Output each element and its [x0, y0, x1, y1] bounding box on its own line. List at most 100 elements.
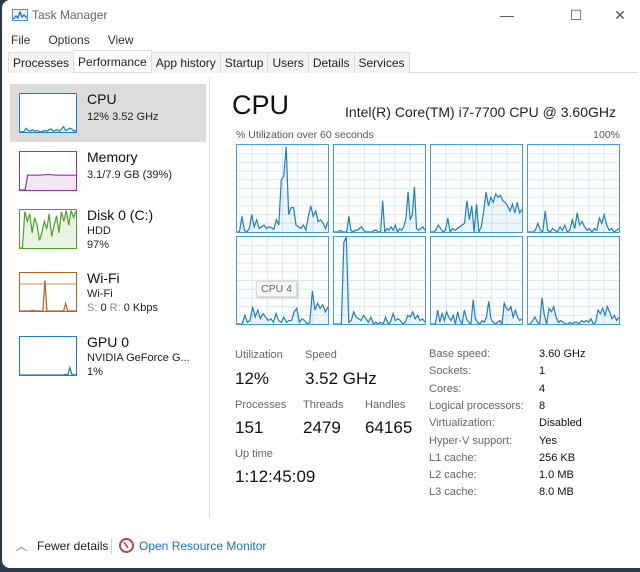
- resource-monitor-icon[interactable]: [119, 538, 134, 553]
- sidebar-wifi-title: Wi-Fi: [87, 270, 120, 286]
- uptime-value: 1:12:45:09: [235, 467, 316, 486]
- spec-key: L2 cache:: [429, 469, 477, 482]
- utilization-graph-label: % Utilization over 60 seconds: [236, 129, 374, 141]
- tab-services[interactable]: Services: [353, 52, 410, 73]
- handles-label: Handles: [365, 399, 406, 411]
- tab-app-history[interactable]: App history: [150, 52, 221, 73]
- wifi-send-label: S:: [87, 302, 98, 314]
- maximize-button[interactable]: ☐: [561, 4, 591, 26]
- sidebar-disk-usage: 97%: [87, 239, 110, 251]
- sidebar-gpu-usage: 1%: [87, 366, 103, 378]
- cpu-thumbnail-graph: [19, 93, 77, 133]
- sidebar-cpu-usage: 12% 3.52 GHz: [87, 111, 159, 123]
- minimize-icon: —: [500, 7, 514, 23]
- tab-strip: Processes Performance App history Startu…: [8, 50, 638, 73]
- cpu-core-graph-3[interactable]: [527, 144, 620, 233]
- menu-bar: File Options View: [2, 30, 143, 50]
- spec-key: Base speed:: [429, 348, 491, 360]
- task-manager-window: Task Manager — ☐ ✕ File Options View Pro…: [2, 0, 640, 568]
- handles-value: 64165: [365, 418, 413, 437]
- sidebar-disk-type: HDD: [87, 225, 111, 237]
- uptime-label: Up time: [235, 448, 273, 460]
- sidebar-memory-title: Memory: [87, 149, 138, 165]
- graph-tooltip: CPU 4: [256, 281, 297, 297]
- page-title: CPU: [232, 90, 290, 120]
- utilization-label: Utilization: [235, 349, 283, 361]
- spec-value: 1: [539, 365, 546, 378]
- sidebar-cpu-title: CPU: [87, 91, 117, 107]
- threads-value: 2479: [303, 418, 341, 437]
- task-manager-app-icon: [12, 9, 28, 21]
- sidebar-item-gpu[interactable]: GPU 0 NVIDIA GeForce G... 1%: [10, 327, 206, 385]
- menu-view[interactable]: View: [99, 30, 143, 50]
- footer-bar: ︿ Fewer details Open Resource Monitor: [2, 530, 640, 560]
- fewer-details-button[interactable]: Fewer details: [37, 539, 108, 553]
- graph-area: [20, 174, 76, 190]
- open-resource-monitor-link[interactable]: Open Resource Monitor: [139, 539, 266, 553]
- spec-value: 1.0 MB: [539, 469, 574, 482]
- gpu-sparkline: [20, 365, 76, 376]
- utilization-max-label: 100%: [593, 129, 620, 141]
- graph-line: [20, 280, 76, 312]
- window-title: Task Manager: [32, 8, 108, 22]
- minimize-button[interactable]: —: [492, 4, 522, 26]
- cpu-core-graph-7[interactable]: [527, 236, 620, 325]
- tab-startup[interactable]: Startup: [219, 52, 269, 73]
- menu-file[interactable]: File: [2, 30, 39, 50]
- sidebar-item-wifi[interactable]: Wi-Fi Wi-Fi S: 0 R: 0 Kbps: [10, 263, 206, 321]
- memory-thumbnail-graph: [19, 151, 77, 191]
- processes-label: Processes: [235, 399, 287, 411]
- cpu-detail-panel: CPU Intel(R) Core(TM) i7-7700 CPU @ 3.60…: [222, 78, 632, 518]
- wifi-send-value: 0: [100, 302, 107, 314]
- tab-users[interactable]: Users: [267, 52, 309, 73]
- sidebar-wifi-adapter: Wi-Fi: [87, 288, 113, 300]
- utilization-value: 12%: [235, 369, 270, 388]
- title-bar: Task Manager — ☐ ✕: [2, 0, 640, 30]
- chevron-up-icon[interactable]: ︿: [16, 538, 27, 554]
- tab-performance[interactable]: Performance: [73, 50, 152, 72]
- wifi-sparkline: [20, 280, 76, 312]
- spec-value: Disabled: [539, 417, 582, 430]
- sidebar-item-cpu[interactable]: CPU 12% 3.52 GHz: [10, 84, 206, 142]
- cpu-model-name: Intel(R) Core(TM) i7-7700 CPU @ 3.60GHz: [345, 104, 616, 120]
- disk-thumbnail-graph: [19, 209, 77, 249]
- sidebar-disk-title: Disk 0 (C:): [87, 207, 154, 223]
- sidebar-gpu-title: GPU 0: [87, 334, 130, 350]
- spec-value: 8: [539, 399, 546, 412]
- sidebar-wifi-throughput: S: 0 R: 0 Kbps: [87, 302, 158, 314]
- sidebar-item-disk[interactable]: Disk 0 (C:) HDD 97%: [10, 200, 206, 258]
- spec-key: Virtualization:: [429, 417, 495, 430]
- wifi-receive-label: R:: [109, 302, 121, 314]
- spec-key: Cores:: [429, 382, 462, 395]
- graph-line: [20, 365, 76, 376]
- close-button[interactable]: ✕: [605, 4, 635, 26]
- cpu-core-graph-1[interactable]: [333, 144, 426, 233]
- cpu-core-graph-2[interactable]: [430, 144, 523, 233]
- spec-value: 8.0 MB: [539, 486, 574, 499]
- speed-value: 3.52 GHz: [305, 369, 377, 388]
- tab-processes[interactable]: Processes: [8, 52, 75, 73]
- spec-key: Hyper-V support:: [429, 434, 513, 447]
- cpu-core-graph-0[interactable]: [236, 144, 329, 233]
- cpu-core-graph-5[interactable]: [333, 236, 426, 325]
- sidebar-item-memory[interactable]: Memory 3.1/7.9 GB (39%): [10, 142, 206, 200]
- spec-value: 3.60 GHz: [539, 348, 586, 360]
- menu-options[interactable]: Options: [39, 30, 98, 50]
- disk-sparkline: [20, 210, 77, 249]
- processes-value: 151: [235, 418, 264, 437]
- spec-key: Logical processors:: [429, 399, 524, 412]
- resource-sidebar: CPU 12% 3.52 GHz Memory 3.1/7.9 GB (39%)…: [2, 78, 210, 518]
- tab-details[interactable]: Details: [307, 52, 355, 73]
- memory-sparkline: [20, 173, 76, 191]
- cpu-sparkline: [20, 125, 77, 133]
- graph-area: [20, 280, 76, 311]
- close-icon: ✕: [614, 6, 626, 23]
- speed-label: Speed: [305, 349, 337, 361]
- spec-key: L1 cache:: [429, 451, 477, 464]
- wifi-thumbnail-graph: [19, 272, 77, 312]
- spec-value: 4: [539, 382, 546, 395]
- footer-divider: [111, 539, 112, 554]
- maximize-icon: ☐: [569, 6, 583, 23]
- cpu-core-graph-6[interactable]: [430, 236, 523, 325]
- spec-key: L3 cache:: [429, 486, 477, 499]
